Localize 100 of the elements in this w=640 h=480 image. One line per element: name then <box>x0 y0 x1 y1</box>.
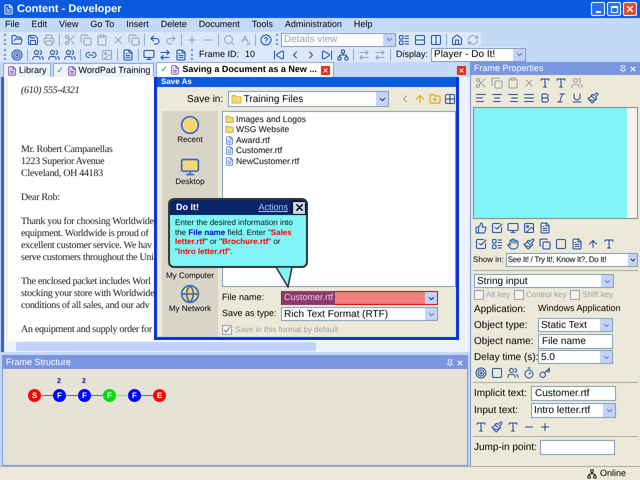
minimize-button[interactable] <box>591 2 605 16</box>
frame-node[interactable]: F <box>53 389 66 402</box>
target-icon[interactable] <box>473 365 489 380</box>
save-as-type-dropdown[interactable]: Rich Text Format (RTF) <box>281 307 438 321</box>
pin-icon[interactable] <box>619 64 627 72</box>
document-icon <box>66 66 77 76</box>
list-icon[interactable] <box>489 236 505 252</box>
frame-node[interactable]: F <box>78 389 91 402</box>
checkbox-label: Save in this format by default <box>235 324 338 336</box>
place-button[interactable]: Recent <box>177 115 203 145</box>
paint-icon[interactable] <box>521 236 537 252</box>
close-button[interactable] <box>623 2 637 16</box>
menu-item[interactable]: File <box>5 18 20 32</box>
menu-item[interactable]: Go To <box>90 18 114 32</box>
place-button[interactable]: My Computer <box>166 271 214 281</box>
frame-node[interactable]: F <box>128 389 141 402</box>
copy-icon[interactable] <box>537 236 553 252</box>
document-icon <box>7 66 17 76</box>
place-button[interactable]: My Network <box>168 284 212 314</box>
letter-line: stocking your store with Worldwide <box>21 288 154 300</box>
check-icon[interactable] <box>473 236 489 252</box>
letter-line: Mr. Robert Campanellas <box>21 144 112 156</box>
document-icon <box>225 156 234 166</box>
menu-item[interactable]: View <box>59 18 78 32</box>
letter-line: (610) 555-4321 <box>21 85 80 97</box>
format-icon[interactable] <box>585 90 601 105</box>
tab[interactable]: ✓ WordPad Training <box>52 63 154 77</box>
menu-item[interactable]: Insert <box>126 18 149 32</box>
pin-icon[interactable] <box>446 358 454 366</box>
users-icon[interactable] <box>62 47 78 62</box>
thumbs-up-icon[interactable] <box>473 220 489 236</box>
open-icon[interactable] <box>9 32 25 47</box>
checkbox-label: Control key <box>526 289 566 301</box>
input-text-dropdown[interactable]: Intro letter.rtf <box>531 403 616 418</box>
home-icon[interactable] <box>449 32 465 47</box>
frame-node[interactable]: E <box>153 389 166 402</box>
list-entry[interactable]: WSG Website <box>225 124 290 135</box>
jump-in-point-field[interactable] <box>540 440 615 455</box>
structure-icon[interactable] <box>335 47 352 62</box>
screen-icon[interactable] <box>505 220 521 236</box>
implicit-text-field[interactable]: Customer.rtf <box>531 386 616 401</box>
delay-dropdown[interactable]: 5.0 <box>538 350 613 364</box>
fill-icon[interactable] <box>489 419 505 434</box>
show-in-label: Show in: <box>473 254 504 266</box>
image-icon[interactable] <box>521 220 537 236</box>
key-icon[interactable] <box>537 365 553 380</box>
menu-item[interactable]: Administration <box>284 18 342 32</box>
object-type-dropdown[interactable]: Static Text <box>538 318 613 332</box>
field-label: Input text: <box>474 404 519 418</box>
record-icon[interactable] <box>9 47 25 62</box>
menu-item[interactable]: Tools <box>252 18 273 32</box>
tab[interactable]: ✓ Saving a Document as a New ... <box>156 62 334 77</box>
list-entry[interactable]: Images and Logos <box>225 114 306 124</box>
horizontal-scrollbar[interactable] <box>4 341 470 352</box>
users-icon[interactable] <box>505 365 521 380</box>
letter-line: serve customers throughout the Uni <box>21 252 154 264</box>
tab[interactable]: Library <box>3 63 51 77</box>
frame-icon[interactable] <box>553 236 569 252</box>
help-icon[interactable] <box>258 32 274 47</box>
frame-node[interactable]: S <box>28 389 41 402</box>
menu-item[interactable]: Document <box>198 18 240 32</box>
list-entry[interactable]: Award.rtf <box>225 135 270 146</box>
vertical-scrollbar[interactable] <box>458 77 470 341</box>
display-dropdown[interactable]: Player - Do It! <box>431 48 526 62</box>
document-icon <box>225 136 234 145</box>
frame-icon[interactable] <box>141 47 157 62</box>
save-icon[interactable] <box>25 32 41 47</box>
rectangle-icon[interactable] <box>489 365 505 380</box>
letter-line: The enclosed packet includes Worl <box>21 276 151 288</box>
field-label: Object type: <box>474 318 528 332</box>
field-label: Implicit text: <box>474 387 528 401</box>
place-button[interactable]: Desktop <box>175 157 205 187</box>
maximize-button[interactable] <box>607 2 621 16</box>
list-entry[interactable]: NewCustomer.rtf <box>225 156 300 166</box>
panel-title: Frame Structure <box>6 356 72 369</box>
list-entry[interactable]: Customer.rtf <box>225 146 282 156</box>
object-name-field[interactable]: File name <box>538 334 613 348</box>
menu-item[interactable]: Edit <box>32 18 48 32</box>
hand-icon[interactable] <box>505 236 521 252</box>
check-mark: ✓ <box>160 63 168 76</box>
app-icon <box>3 4 14 14</box>
layout-icon[interactable] <box>396 32 412 47</box>
check-icon[interactable] <box>489 220 505 236</box>
close-icon <box>625 4 635 14</box>
rows-icon[interactable] <box>412 32 428 47</box>
show-in-dropdown[interactable]: See It! / Try It!, Know It?, Do It! <box>506 253 638 267</box>
field-label: Delay time (s): <box>474 350 538 364</box>
scrollbar[interactable] <box>627 108 637 218</box>
actions-link[interactable]: Actions <box>258 200 288 214</box>
close-icon[interactable] <box>292 200 306 214</box>
field-label: Application: <box>474 302 527 316</box>
window-title: Content - Developer <box>17 2 122 17</box>
save-in-dropdown[interactable]: Training Files <box>228 91 389 107</box>
menu-item[interactable]: Delete <box>160 18 187 32</box>
action-type-dropdown[interactable]: String input <box>474 274 614 288</box>
views-icon[interactable] <box>444 93 456 105</box>
columns-icon[interactable] <box>428 32 444 47</box>
menu-item[interactable]: Help <box>354 18 372 32</box>
file-name-label: File name: <box>222 291 266 304</box>
save-name-input[interactable]: Customer.rtf <box>281 291 438 305</box>
